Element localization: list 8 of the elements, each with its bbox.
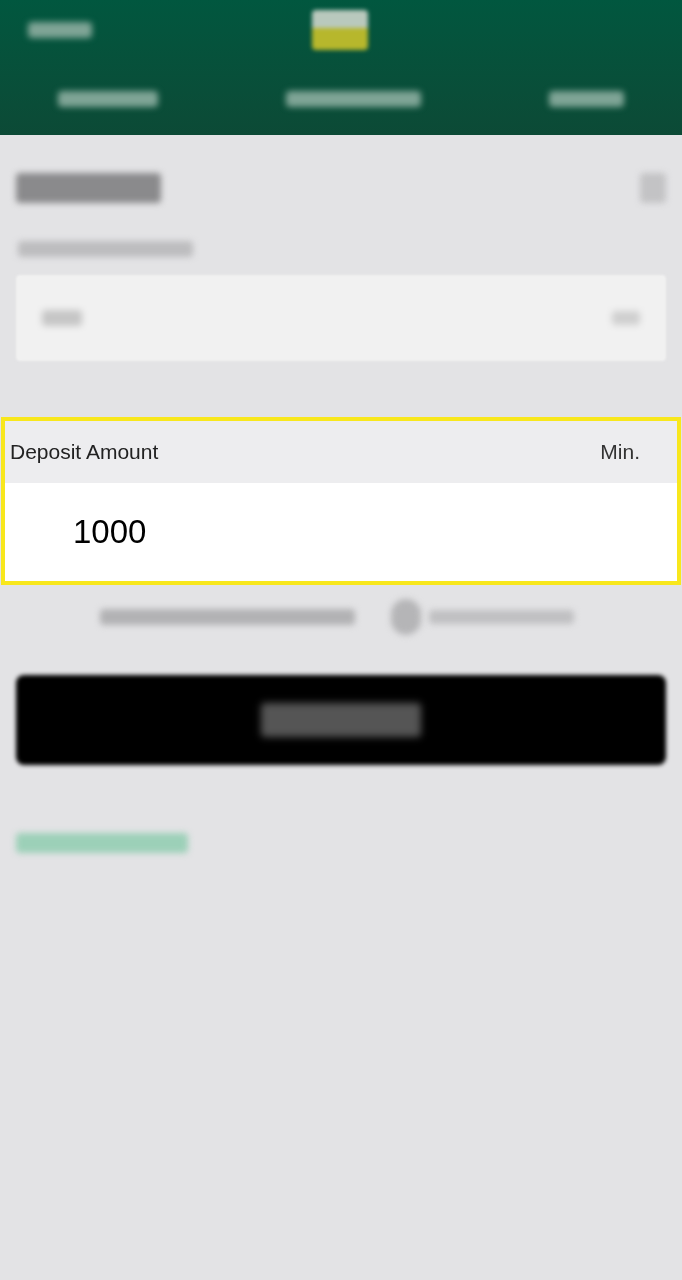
- blurred-icon: [391, 599, 421, 635]
- field-label: Deposit Amount: [10, 439, 159, 466]
- blurred-text: [28, 22, 92, 38]
- amount-input-field[interactable]: 1000: [73, 507, 273, 557]
- field-hint: Min.: [600, 439, 640, 466]
- blurred-button[interactable]: [16, 675, 666, 765]
- logo-icon: [312, 10, 368, 50]
- blurred-icon: [640, 173, 666, 203]
